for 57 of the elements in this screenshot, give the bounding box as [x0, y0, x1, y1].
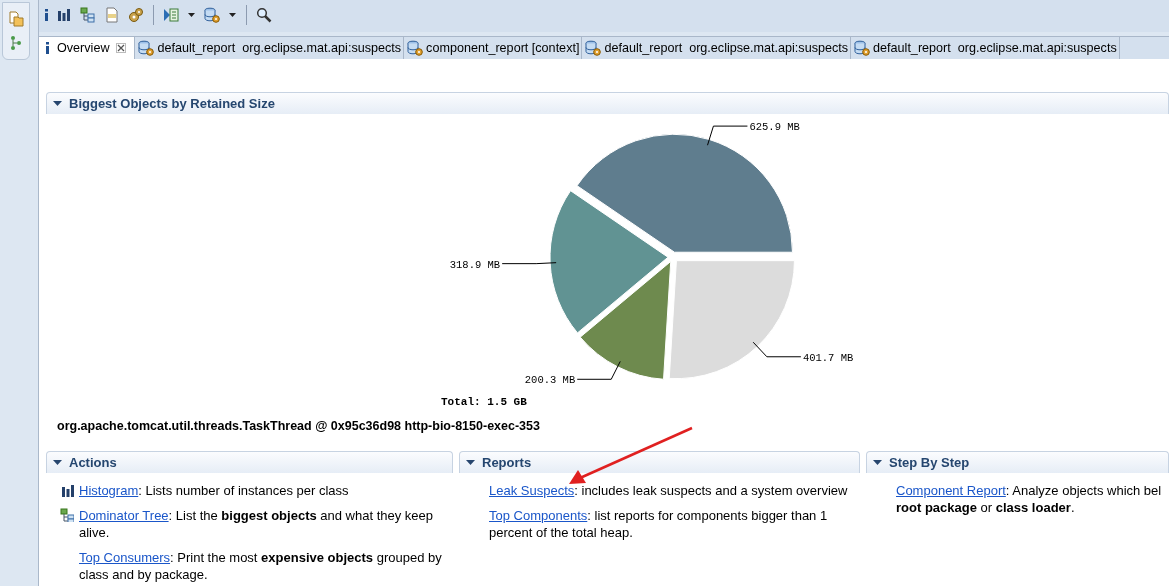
- close-button[interactable]: [116, 43, 127, 53]
- section-header[interactable]: Reports: [459, 451, 860, 473]
- panel-title: Actions: [69, 455, 117, 470]
- editor-tab[interactable]: default_report org.eclipse.mat.api:suspects: [135, 37, 405, 59]
- tree-branch-icon: [8, 35, 24, 51]
- info-icon: [45, 9, 48, 21]
- search-button[interactable]: [254, 5, 274, 25]
- gears-icon: [128, 7, 144, 23]
- action-description: Dominator Tree: List the biggest objects and what they keep alive.: [79, 507, 435, 541]
- editor-tab[interactable]: default_report org.eclipse.mat.api:suspects: [582, 37, 852, 59]
- editor-tab[interactable]: Overview: [39, 37, 136, 59]
- histogram-icon: [60, 483, 74, 497]
- section-title: Biggest Objects by Retained Size: [69, 96, 275, 111]
- action-description: Top Components: list reports for components bigger than 1 percent of the total heap.: [489, 507, 829, 541]
- action-description: Top Consumers: Print the most expensive objects grouped by class and by package.: [79, 549, 443, 583]
- search-icon: [256, 7, 272, 23]
- leader-line: [501, 262, 557, 265]
- histogram-icon: [56, 7, 72, 23]
- report-icon: [585, 40, 602, 56]
- tree-icon: [60, 508, 74, 522]
- chart-total: Total: 1.5 GB: [441, 396, 527, 407]
- caret-icon: [228, 11, 237, 19]
- action-description: Component Report: Analyze objects which bel root package or class loader.: [896, 482, 1162, 516]
- action-link[interactable]: Dominator Tree: [79, 508, 169, 523]
- editor-tab[interactable]: default_report org.eclipse.mat.api:suspects: [851, 37, 1120, 59]
- leader-line: [752, 341, 802, 358]
- run-icon: [163, 7, 179, 23]
- leader-line: [576, 360, 621, 380]
- object-title: org.apache.tomcat.util.threads.TaskThread @ 0x95c36d98 http-bio-8150-exec-353: [56, 418, 541, 435]
- action-description: Histogram: Lists number of instances per class: [79, 482, 349, 499]
- info-button[interactable]: [43, 7, 50, 23]
- info-icon: [46, 42, 49, 54]
- action-description: Leak Suspects: includes leak suspects and a system overview: [489, 482, 848, 499]
- slice-label: 200.3 MB: [524, 374, 576, 387]
- slice-label: 401.7 MB: [802, 351, 854, 364]
- tree-icon: [80, 7, 96, 23]
- caret-icon: [187, 11, 196, 19]
- close-icon: [116, 43, 127, 53]
- database-icon: [204, 7, 220, 23]
- database-button[interactable]: [202, 5, 222, 25]
- section-header[interactable]: Biggest Objects by Retained Size: [46, 92, 1169, 114]
- leader-line: [707, 125, 748, 146]
- section-header[interactable]: Actions: [46, 451, 453, 473]
- run-button[interactable]: [161, 5, 181, 25]
- report-icon: [854, 40, 871, 56]
- gears-button[interactable]: [126, 5, 146, 25]
- report-icon: [138, 40, 155, 56]
- panel-title: Step By Step: [889, 455, 970, 470]
- panel-title: Reports: [482, 455, 532, 470]
- query-icon: [104, 7, 120, 23]
- slice-label: 625.9 MB: [749, 121, 800, 134]
- action-link[interactable]: Component Report: [896, 483, 1006, 498]
- section-header[interactable]: Step By Step: [866, 451, 1169, 473]
- files-icon: [8, 11, 24, 27]
- report-icon: [407, 40, 424, 56]
- editor-tab[interactable]: component_report [context]: [404, 37, 583, 59]
- slice-label: 318.9 MB: [449, 258, 501, 271]
